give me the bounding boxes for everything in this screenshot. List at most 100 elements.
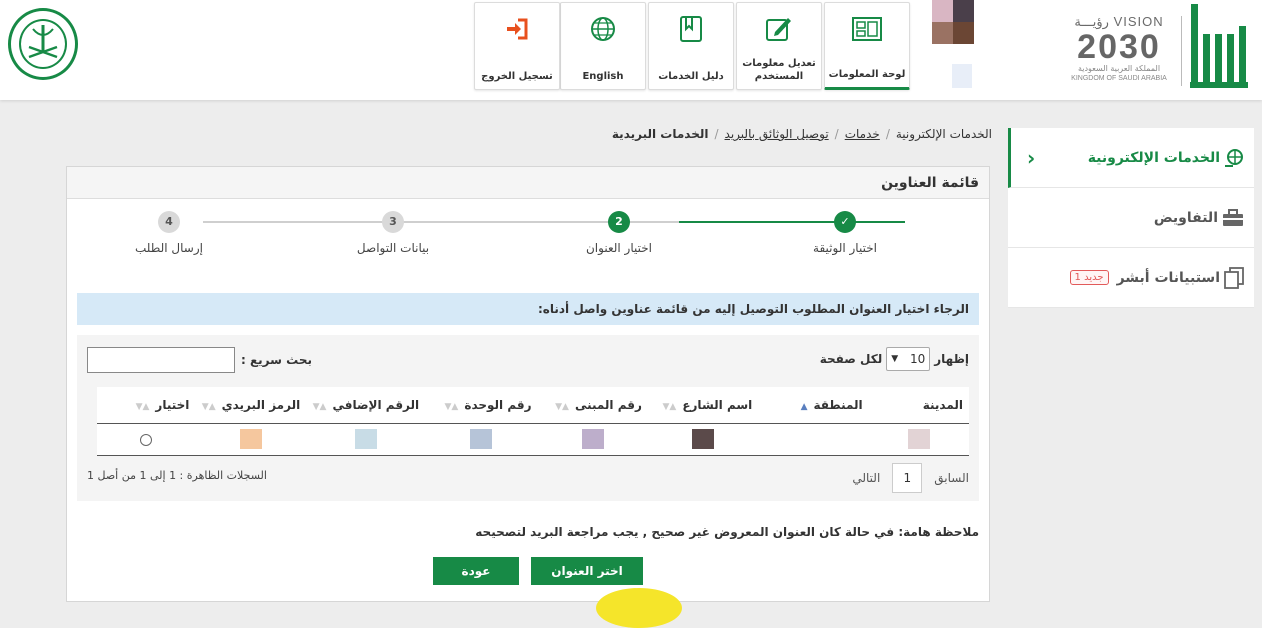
column-header-city[interactable]: المدينة (868, 387, 969, 424)
next-page-button[interactable]: التالي (852, 471, 880, 485)
breadcrumb-services[interactable]: خدمات (845, 127, 880, 141)
address-list-panel: قائمة العناوين ✓ اختيار الوثيقة 2 اختيار… (66, 166, 990, 602)
select-address-radio[interactable] (140, 433, 153, 446)
sidebar-item-absher-surveys[interactable]: استبيانات أبشر جديد 1 (1008, 248, 1254, 308)
table-header-row: المدينة المنطقة▲ اسم الشارع▲▼ رقم المبنى… (97, 387, 969, 424)
redacted-cell (239, 429, 262, 449)
nav-english-label: English (582, 71, 624, 82)
pagination: السابق 1 التالي (852, 463, 969, 493)
breadcrumb-current: الخدمات البريدية (611, 127, 709, 141)
nav-logout[interactable]: تسجيل الخروج (474, 2, 560, 90)
prev-page-button[interactable]: السابق (934, 471, 969, 485)
nav-dashboard[interactable]: لوحة المعلومات (824, 2, 910, 90)
page-1-button[interactable]: 1 (892, 463, 923, 493)
sort-icon: ▲▼ (201, 401, 216, 412)
nav-english[interactable]: English (560, 2, 646, 90)
chevron-down-icon: ▼ (891, 354, 899, 364)
breadcrumb-home[interactable]: الخدمات الإلكترونية (896, 127, 992, 141)
nav-services-guide-label: دليل الخدمات (658, 71, 724, 82)
sidebar-item-delegations[interactable]: التفاويض (1008, 188, 1254, 248)
new-badge: جديد 1 (1069, 270, 1109, 285)
check-icon: ✓ (834, 211, 856, 233)
page-length-control: إظهار ▼ 10 لكل صفحة (820, 347, 969, 371)
sort-icon: ▲▼ (312, 401, 327, 412)
redacted-cell (907, 429, 930, 449)
breadcrumb: الخدمات الإلكترونية/خدمات/توصيل الوثائق … (611, 127, 992, 141)
book-icon (649, 15, 733, 43)
step-1: ✓ اختيار الوثيقة (765, 211, 925, 255)
nav-dashboard-label: لوحة المعلومات (828, 69, 906, 80)
per-page-label: لكل صفحة (819, 352, 883, 366)
step-label: بيانات التواصل (356, 241, 430, 255)
instruction-alert: الرجاء اختيار العنوان المطلوب التوصيل إل… (77, 293, 979, 325)
nav-logout-label: تسجيل الخروج (481, 71, 553, 82)
important-note: ملاحظة هامة: في حالة كان العنوان المعروض… (475, 525, 979, 539)
briefcase-icon (1223, 208, 1243, 226)
redacted-cell (354, 429, 377, 449)
back-button[interactable]: عودة (433, 557, 519, 585)
cursor-highlight (596, 588, 682, 628)
globe-hand-icon (1225, 148, 1243, 167)
redacted-cell (470, 429, 493, 449)
records-info: السجلات الظاهرة : 1 إلى 1 من أصل 1 (87, 469, 267, 482)
step-4: 4 إرسال الطلب (89, 211, 249, 255)
show-label: إظهار (934, 352, 969, 366)
sidebar-item-label: التفاويض (1153, 209, 1218, 226)
address-table-container: إظهار ▼ 10 لكل صفحة بحث سريع : المدينة ا… (77, 335, 979, 501)
column-header-select[interactable]: اختيار▲▼ (97, 387, 196, 424)
address-table: المدينة المنطقة▲ اسم الشارع▲▼ رقم المبنى… (97, 387, 969, 456)
select-address-button[interactable]: اختر العنوان (531, 557, 643, 585)
step-number: 4 (158, 211, 180, 233)
column-header-region[interactable]: المنطقة▲ (758, 387, 869, 424)
breadcrumb-document-delivery[interactable]: توصيل الوثائق بالبريد (725, 127, 829, 141)
nav-edit-user-info-label: تعديل معلومات المستخدم (742, 58, 816, 82)
step-label: إرسال الطلب (135, 241, 203, 255)
alert-text: الرجاء اختيار العنوان المطلوب التوصيل إل… (538, 302, 969, 316)
sidebar-item-label: استبيانات أبشر (1116, 269, 1220, 286)
column-header-street[interactable]: اسم الشارع▲▼ (647, 387, 759, 424)
column-header-additional[interactable]: الرقم الإضافي▲▼ (306, 387, 426, 424)
logout-icon (475, 15, 559, 43)
ministry-seal-logo (8, 8, 78, 80)
progress-stepper: ✓ اختيار الوثيقة 2 اختيار العنوان 3 بيان… (135, 211, 917, 263)
redacted-cell (581, 429, 604, 449)
sort-icon: ▲▼ (662, 401, 677, 412)
globe-icon (561, 15, 645, 43)
sort-icon: ▲▼ (135, 401, 150, 412)
search-input[interactable] (87, 347, 235, 373)
user-avatar[interactable] (932, 0, 974, 44)
chevron-left-icon[interactable]: ‹ (1027, 146, 1035, 170)
column-header-building[interactable]: رقم المبنى▲▼ (537, 387, 648, 424)
step-number: 2 (608, 211, 630, 233)
logo-divider (1181, 16, 1182, 86)
documents-icon (1224, 266, 1244, 289)
column-header-unit[interactable]: رقم الوحدة▲▼ (425, 387, 538, 424)
search-label: بحث سريع : (241, 353, 312, 367)
nav-edit-user-info[interactable]: تعديل معلومات المستخدم (736, 2, 822, 90)
page-length-value: 10 (909, 352, 926, 366)
redacted-cell (692, 429, 715, 449)
avatar-shadow (952, 64, 972, 88)
page-length-select[interactable]: ▼ 10 (886, 347, 931, 371)
absher-logo[interactable] (1186, 4, 1248, 90)
sidebar: الخدمات الإلكترونية ‹ التفاويض استبيانات… (1008, 128, 1254, 308)
sort-icon: ▲▼ (444, 401, 459, 412)
sort-icon: ▲▼ (555, 401, 569, 412)
dashboard-icon (825, 15, 909, 43)
nav-services-guide[interactable]: دليل الخدمات (648, 2, 734, 90)
vision-2030-logo: VISION رؤيـــة 2030 المملكة العربية السع… (1071, 14, 1167, 82)
site-header: VISION رؤيـــة 2030 المملكة العربية السع… (0, 0, 1262, 100)
step-label: اختيار الوثيقة (813, 241, 877, 255)
panel-title: قائمة العناوين (881, 174, 979, 191)
step-label: اختيار العنوان (585, 241, 652, 255)
quick-search-control: بحث سريع : (87, 347, 312, 373)
step-2: 2 اختيار العنوان (539, 211, 699, 255)
edit-icon (737, 15, 821, 43)
sort-asc-icon: ▲ (800, 401, 808, 412)
sidebar-item-label: الخدمات الإلكترونية (1087, 149, 1220, 166)
panel-header: قائمة العناوين (67, 167, 989, 199)
column-header-postal[interactable]: الرمز البريدي▲▼ (195, 387, 307, 424)
sidebar-item-e-services[interactable]: الخدمات الإلكترونية ‹ (1008, 128, 1254, 188)
step-3: 3 بيانات التواصل (313, 211, 473, 255)
table-row[interactable] (97, 423, 969, 456)
